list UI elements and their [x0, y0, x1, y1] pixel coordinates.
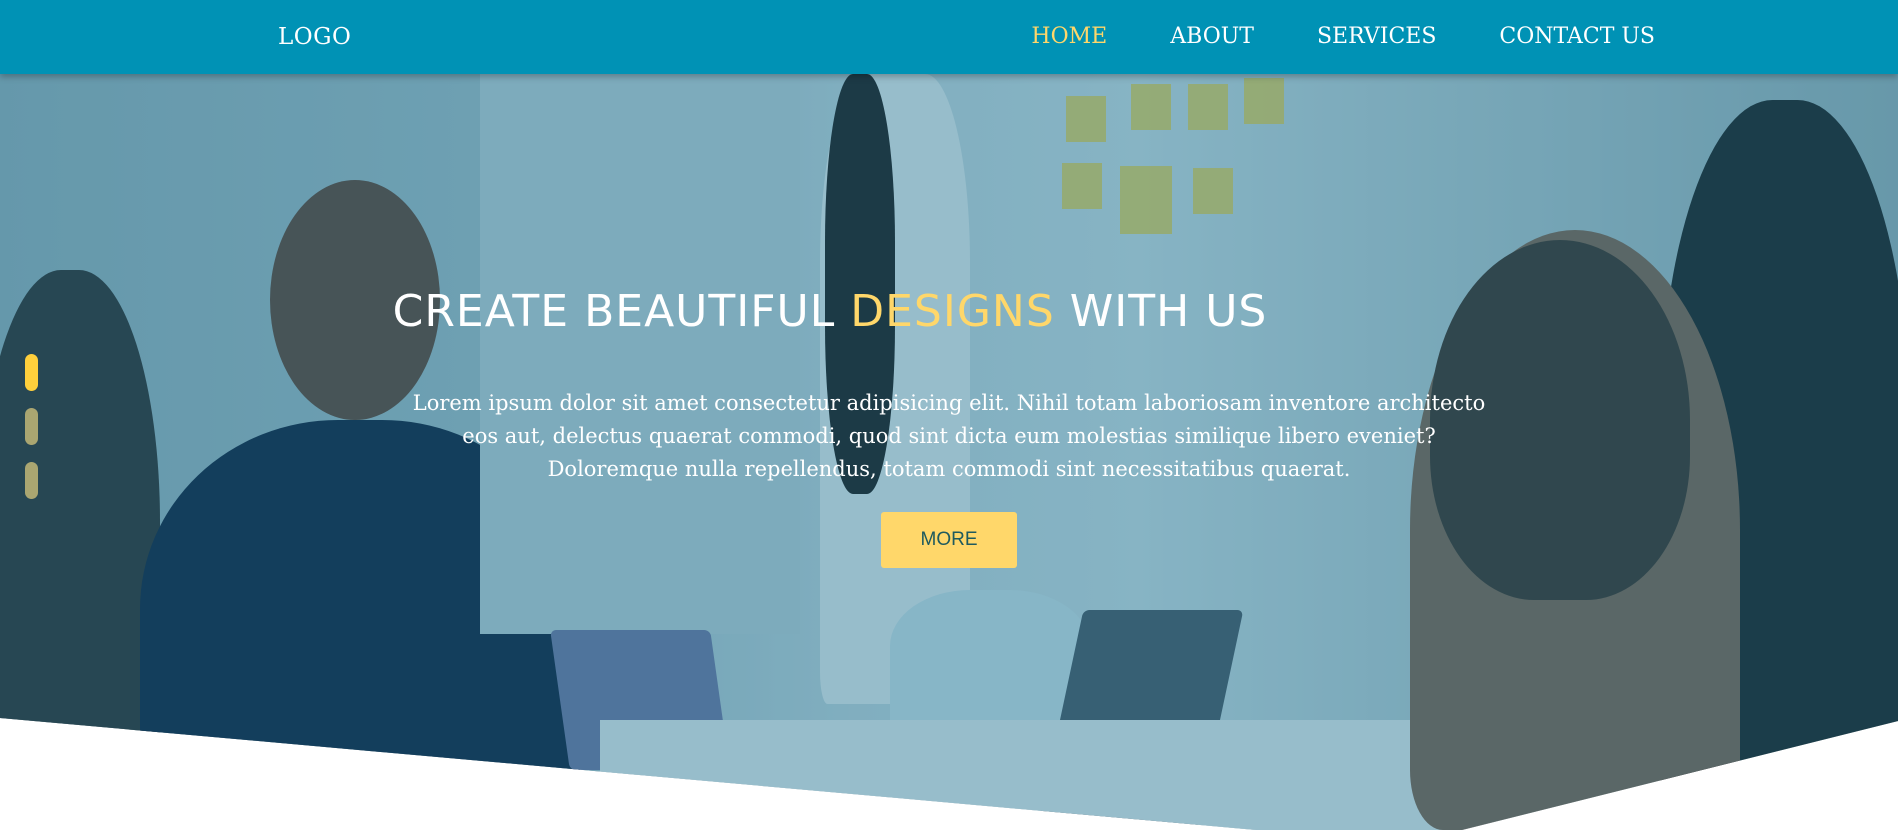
- hero-description: Lorem ipsum dolor sit amet consectetur a…: [412, 391, 1486, 481]
- nav-item-contact-us[interactable]: CONTACT US: [1499, 24, 1655, 49]
- slider-dot-2[interactable]: [25, 408, 38, 445]
- hero-title-accent: DESIGNS: [850, 286, 1055, 337]
- more-button[interactable]: MORE: [881, 512, 1017, 568]
- slider-indicators: [25, 354, 38, 499]
- nav-item-about[interactable]: ABOUT: [1170, 24, 1254, 49]
- hero-title-part1: CREATE BEAUTIFUL: [392, 286, 851, 337]
- slider-dot-1[interactable]: [25, 354, 38, 391]
- nav-item-home[interactable]: HOME: [1031, 24, 1107, 49]
- hero-title-part2: WITH US: [1054, 286, 1268, 337]
- nav-item-services[interactable]: SERVICES: [1317, 24, 1436, 49]
- hero-content: CREATE BEAUTIFUL DESIGNS WITH US Lorem i…: [0, 0, 1898, 830]
- hero-title: CREATE BEAUTIFUL DESIGNS WITH US: [0, 286, 1660, 337]
- top-navbar: LOGO HOME ABOUT SERVICES CONTACT US: [0, 0, 1898, 74]
- slider-dot-3[interactable]: [25, 462, 38, 499]
- main-menu: HOME ABOUT SERVICES CONTACT US: [1031, 24, 1655, 49]
- logo[interactable]: LOGO: [278, 24, 351, 50]
